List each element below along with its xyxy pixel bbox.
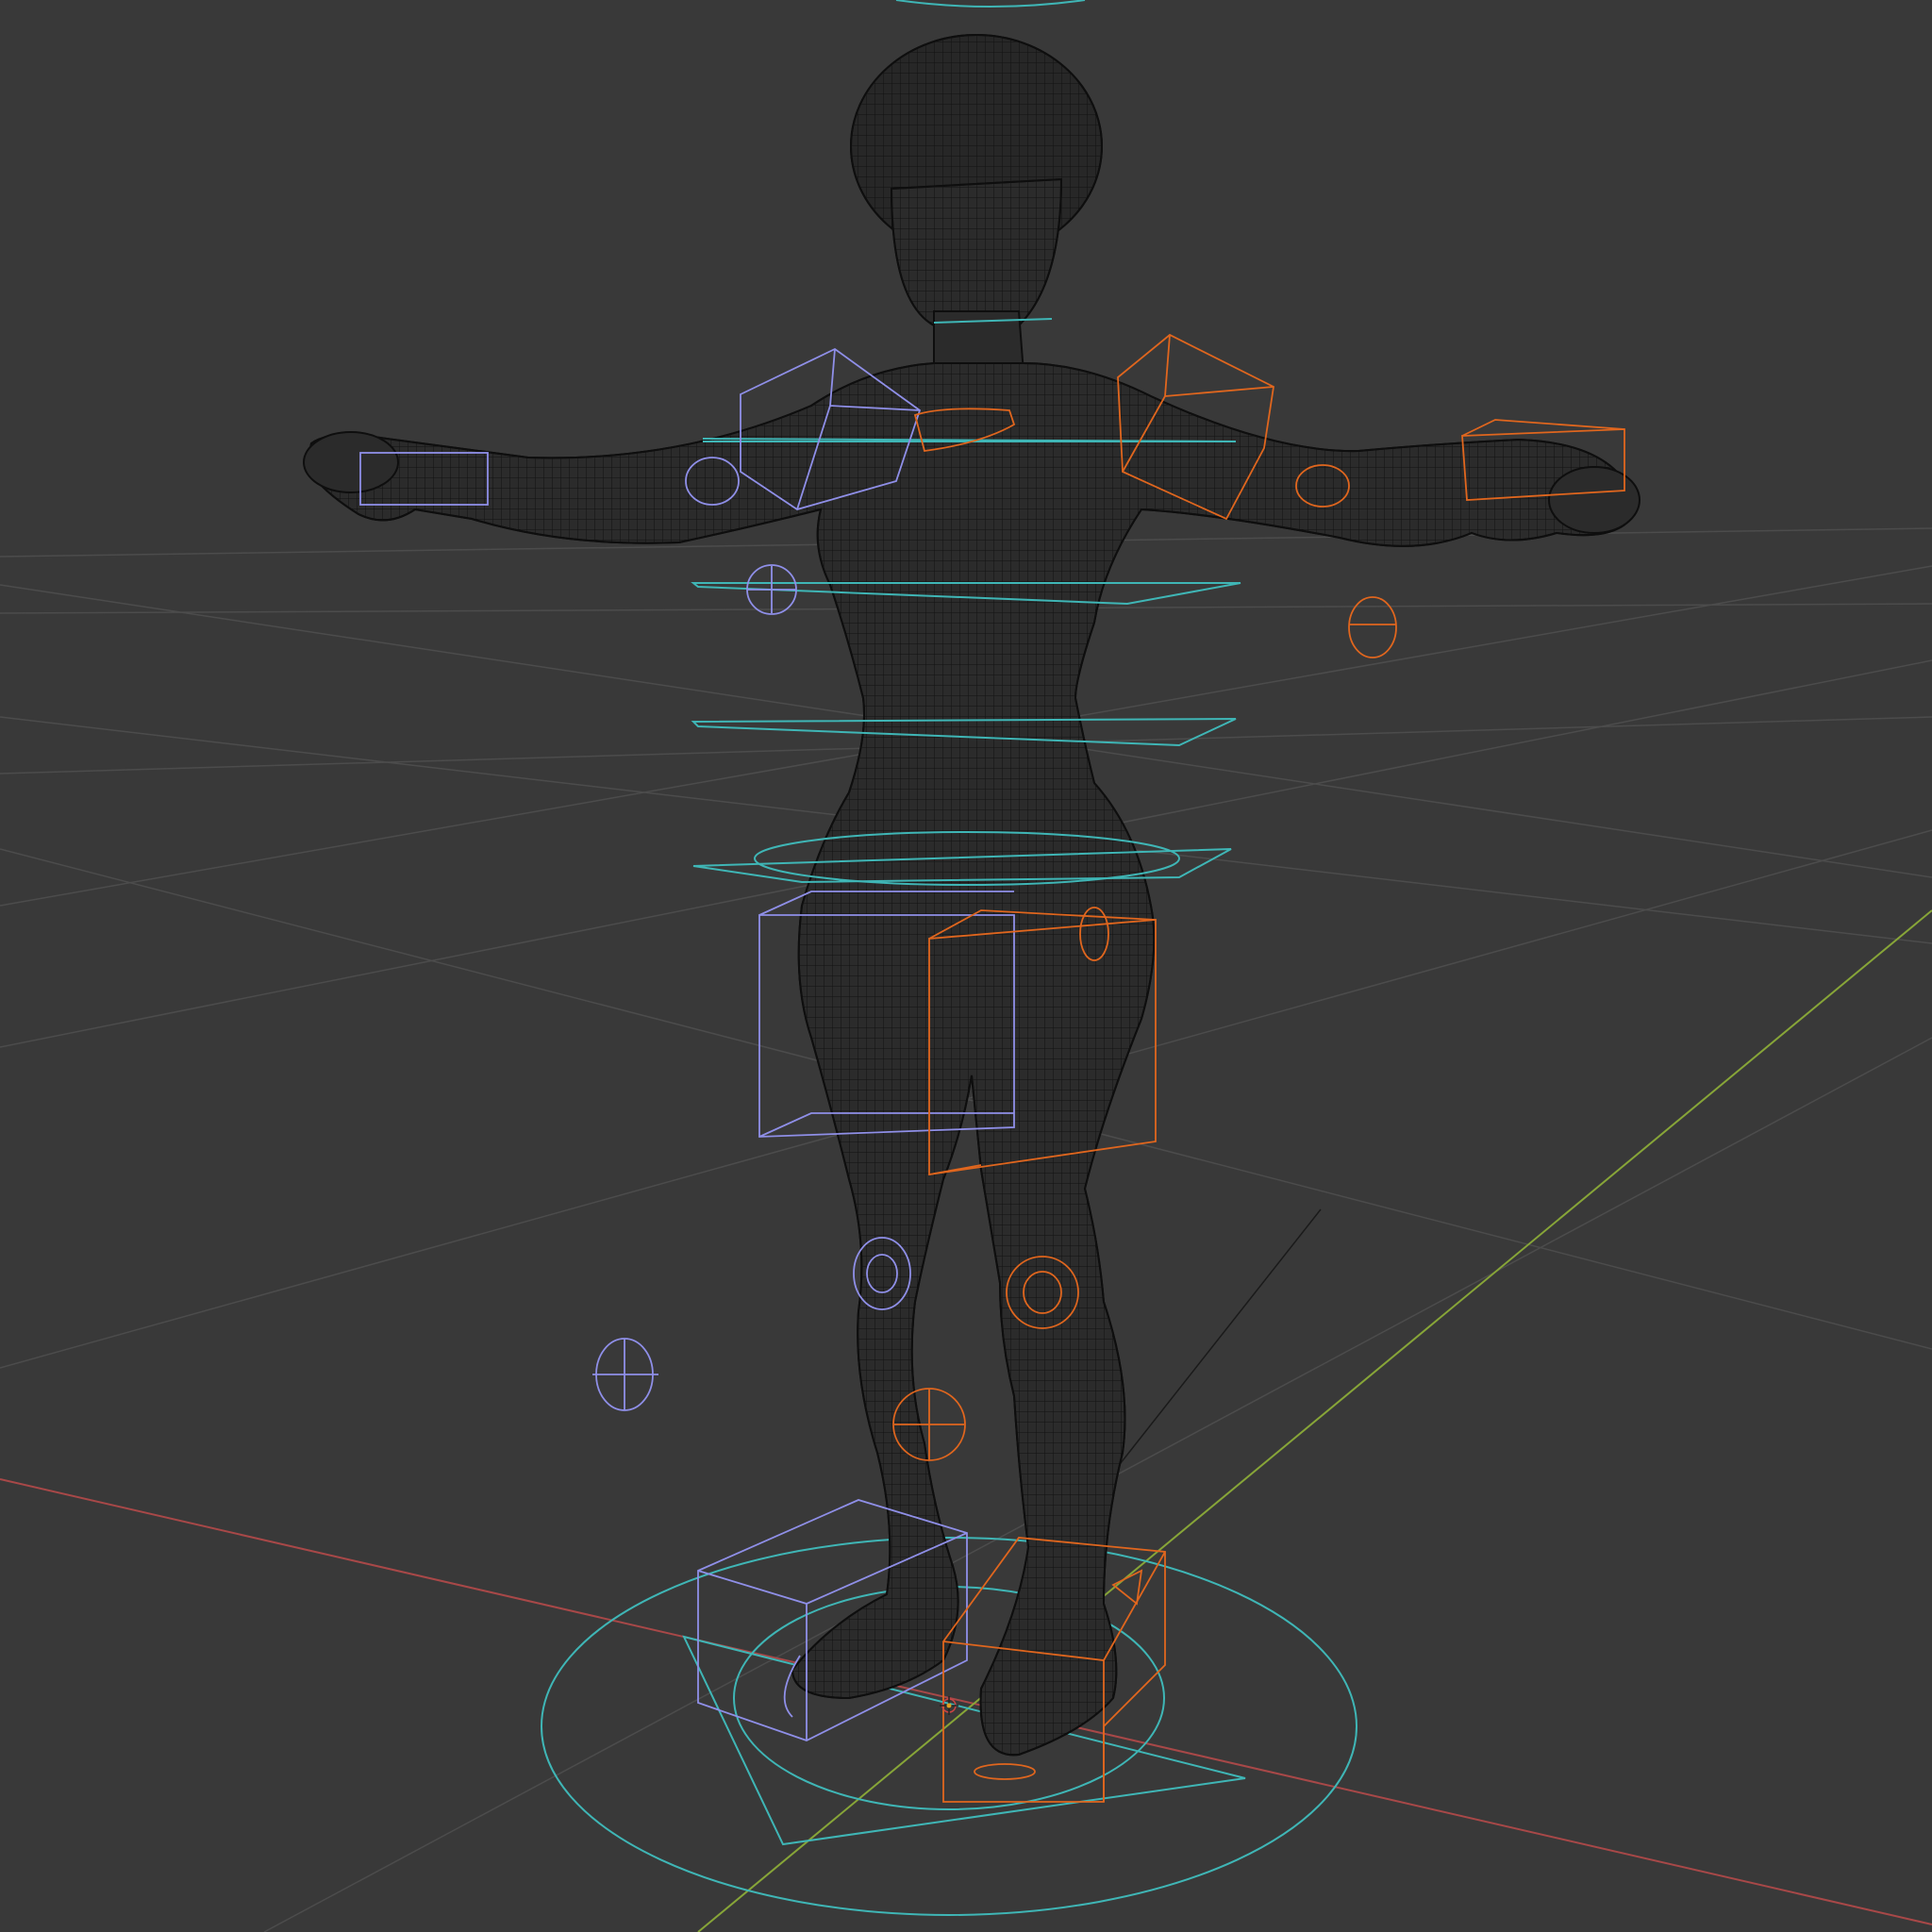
3d-viewport[interactable] xyxy=(0,0,1932,1932)
viewport-canvas[interactable] xyxy=(0,0,1932,1932)
